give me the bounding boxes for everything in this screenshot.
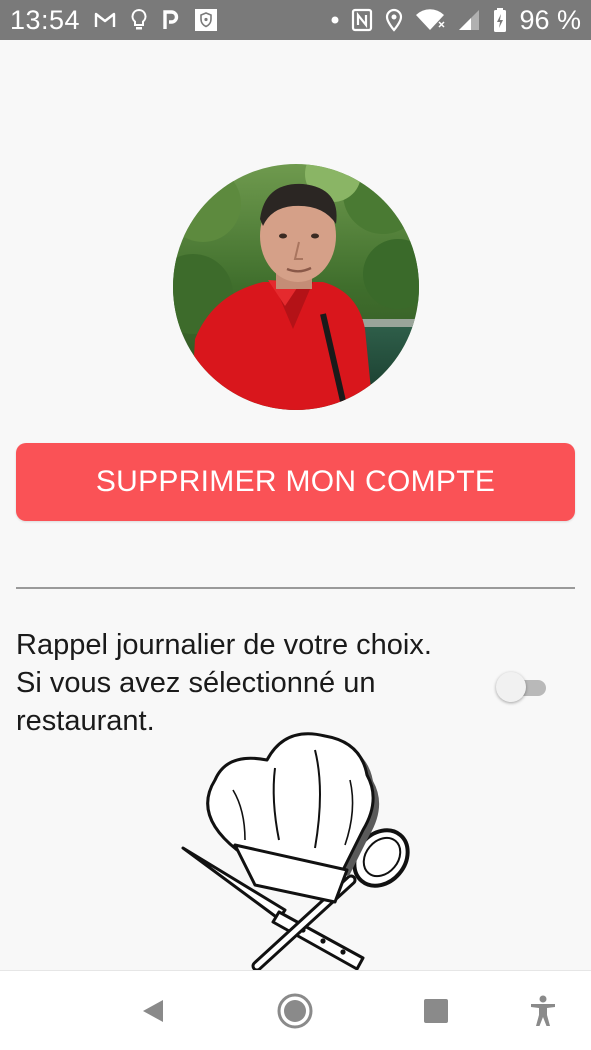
battery-percent: 96 % [519,4,581,35]
profile-avatar[interactable] [173,164,419,410]
recents-icon[interactable] [414,989,458,1033]
signal-icon [457,8,481,32]
location-icon [385,8,403,32]
delete-account-button[interactable]: SUPPRIMER MON COMPTE [16,443,575,521]
system-status-icons: 96 % [331,5,581,36]
status-time: 13:54 [10,4,81,35]
gmail-icon [94,11,116,29]
accessibility-icon[interactable] [521,989,565,1033]
dot-icon [331,16,339,24]
daily-reminder-toggle[interactable] [496,670,550,704]
navigation-bar [0,970,591,1050]
shield-app-icon [194,8,218,32]
nfc-icon [351,8,373,32]
home-icon[interactable] [273,989,317,1033]
back-icon[interactable] [131,989,175,1033]
toggle-thumb [496,672,526,702]
divider [16,587,575,589]
wifi-icon [415,8,445,32]
notification-icons [94,8,218,32]
reminder-line-1: Rappel journalier de votre choix. [16,629,432,661]
settings-screen: 13:54 96 % SUPPRIMER MON COMPTE Rappel j… [0,0,591,1050]
chef-hat-illustration [175,720,415,972]
reminder-line-2: Si vous avez sélectionné un [16,667,376,699]
parking-icon [162,9,180,31]
battery-icon [493,7,507,33]
bulb-icon [130,8,148,32]
status-bar: 13:54 96 % [0,0,591,40]
